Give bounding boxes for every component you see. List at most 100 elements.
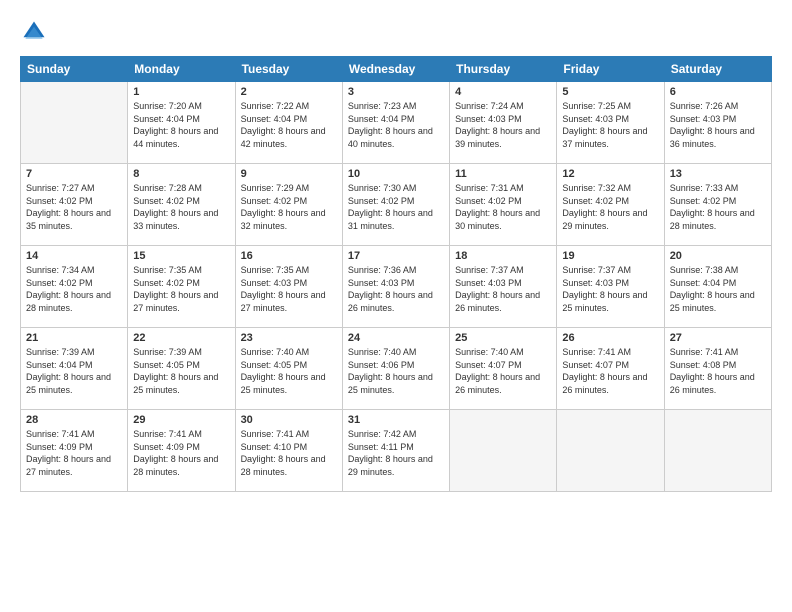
day-header-thursday: Thursday: [450, 57, 557, 82]
calendar-cell: 15Sunrise: 7:35 AMSunset: 4:02 PMDayligh…: [128, 246, 235, 328]
cell-info: Sunrise: 7:29 AMSunset: 4:02 PMDaylight:…: [241, 182, 337, 232]
cell-info: Sunrise: 7:28 AMSunset: 4:02 PMDaylight:…: [133, 182, 229, 232]
cell-info: Sunrise: 7:32 AMSunset: 4:02 PMDaylight:…: [562, 182, 658, 232]
calendar-cell: 5Sunrise: 7:25 AMSunset: 4:03 PMDaylight…: [557, 82, 664, 164]
cell-info: Sunrise: 7:34 AMSunset: 4:02 PMDaylight:…: [26, 264, 122, 314]
day-number: 27: [670, 332, 766, 344]
day-number: 26: [562, 332, 658, 344]
calendar-cell: 23Sunrise: 7:40 AMSunset: 4:05 PMDayligh…: [235, 328, 342, 410]
day-number: 19: [562, 250, 658, 262]
calendar-cell: 12 Sunrise: 7:32 AMSunset: 4:02 PMDayligh…: [557, 164, 664, 246]
cell-info: Sunrise: 7:40 AMSunset: 4:05 PMDaylight:…: [241, 346, 337, 396]
day-number: 30: [241, 414, 337, 426]
day-header-saturday: Saturday: [664, 57, 771, 82]
calendar-cell: 8 Sunrise: 7:28 AMSunset: 4:02 PMDaylight…: [128, 164, 235, 246]
logo: [20, 18, 54, 46]
calendar-cell: [450, 410, 557, 492]
week-row-4: 28 Sunrise: 7:41 AMSunset: 4:09 PMDayligh…: [21, 410, 772, 492]
cell-info: Sunrise: 7:37 AMSunset: 4:03 PMDaylight:…: [455, 264, 551, 314]
cell-info: Sunrise: 7:36 AMSunset: 4:03 PMDaylight:…: [348, 264, 444, 314]
calendar-table: SundayMondayTuesdayWednesdayThursdayFrid…: [20, 56, 772, 492]
week-row-0: 1 Sunrise: 7:20 AMSunset: 4:04 PMDaylight…: [21, 82, 772, 164]
calendar-cell: 17 Sunrise: 7:36 AMSunset: 4:03 PMDayligh…: [342, 246, 449, 328]
day-number: 29: [133, 414, 229, 426]
calendar-cell: 3 Sunrise: 7:23 AMSunset: 4:04 PMDaylight…: [342, 82, 449, 164]
day-number: 25: [455, 332, 551, 344]
day-number: 31: [348, 414, 444, 426]
calendar-cell: 30Sunrise: 7:41 AMSunset: 4:10 PMDayligh…: [235, 410, 342, 492]
day-number: 20: [670, 250, 766, 262]
calendar-cell: 11 Sunrise: 7:31 AMSunset: 4:02 PMDayligh…: [450, 164, 557, 246]
calendar-cell: [664, 410, 771, 492]
day-number: 11: [455, 168, 551, 180]
day-number: 1: [133, 86, 229, 98]
day-number: 8: [133, 168, 229, 180]
day-number: 16: [241, 250, 337, 262]
day-number: 24: [348, 332, 444, 344]
day-number: 10: [348, 168, 444, 180]
cell-info: Sunrise: 7:41 AMSunset: 4:09 PMDaylight:…: [26, 428, 122, 478]
cell-info: Sunrise: 7:41 AMSunset: 4:07 PMDaylight:…: [562, 346, 658, 396]
calendar-cell: 16 Sunrise: 7:35 AMSunset: 4:03 PMDayligh…: [235, 246, 342, 328]
cell-info: Sunrise: 7:27 AMSunset: 4:02 PMDaylight:…: [26, 182, 122, 232]
cell-info: Sunrise: 7:40 AMSunset: 4:06 PMDaylight:…: [348, 346, 444, 396]
calendar-cell: 1 Sunrise: 7:20 AMSunset: 4:04 PMDaylight…: [128, 82, 235, 164]
calendar-cell: 28 Sunrise: 7:41 AMSunset: 4:09 PMDayligh…: [21, 410, 128, 492]
cell-info: Sunrise: 7:22 AMSunset: 4:04 PMDaylight:…: [241, 100, 337, 150]
cell-info: Sunrise: 7:38 AMSunset: 4:04 PMDaylight:…: [670, 264, 766, 314]
week-row-2: 14 Sunrise: 7:34 AMSunset: 4:02 PMDayligh…: [21, 246, 772, 328]
cell-info: Sunrise: 7:31 AMSunset: 4:02 PMDaylight:…: [455, 182, 551, 232]
calendar-cell: 26 Sunrise: 7:41 AMSunset: 4:07 PMDayligh…: [557, 328, 664, 410]
day-number: 4: [455, 86, 551, 98]
day-header-sunday: Sunday: [21, 57, 128, 82]
day-number: 22: [133, 332, 229, 344]
day-number: 13: [670, 168, 766, 180]
day-number: 12: [562, 168, 658, 180]
calendar-cell: 7 Sunrise: 7:27 AMSunset: 4:02 PMDaylight…: [21, 164, 128, 246]
calendar-cell: 2Sunrise: 7:22 AMSunset: 4:04 PMDaylight…: [235, 82, 342, 164]
day-number: 18: [455, 250, 551, 262]
calendar-cell: 6 Sunrise: 7:26 AMSunset: 4:03 PMDaylight…: [664, 82, 771, 164]
day-number: 6: [670, 86, 766, 98]
day-number: 28: [26, 414, 122, 426]
day-header-wednesday: Wednesday: [342, 57, 449, 82]
cell-info: Sunrise: 7:37 AMSunset: 4:03 PMDaylight:…: [562, 264, 658, 314]
calendar-cell: 21 Sunrise: 7:39 AMSunset: 4:04 PMDayligh…: [21, 328, 128, 410]
calendar-cell: [557, 410, 664, 492]
calendar-cell: [21, 82, 128, 164]
cell-info: Sunrise: 7:39 AMSunset: 4:04 PMDaylight:…: [26, 346, 122, 396]
calendar-cell: 20 Sunrise: 7:38 AMSunset: 4:04 PMDayligh…: [664, 246, 771, 328]
calendar-cell: 10 Sunrise: 7:30 AMSunset: 4:02 PMDayligh…: [342, 164, 449, 246]
cell-info: Sunrise: 7:25 AMSunset: 4:03 PMDaylight:…: [562, 100, 658, 150]
calendar-cell: 29 Sunrise: 7:41 AMSunset: 4:09 PMDayligh…: [128, 410, 235, 492]
day-header-monday: Monday: [128, 57, 235, 82]
cell-info: Sunrise: 7:41 AMSunset: 4:09 PMDaylight:…: [133, 428, 229, 478]
cell-info: Sunrise: 7:26 AMSunset: 4:03 PMDaylight:…: [670, 100, 766, 150]
cell-info: Sunrise: 7:24 AMSunset: 4:03 PMDaylight:…: [455, 100, 551, 150]
cell-info: Sunrise: 7:40 AMSunset: 4:07 PMDaylight:…: [455, 346, 551, 396]
calendar-cell: 14 Sunrise: 7:34 AMSunset: 4:02 PMDayligh…: [21, 246, 128, 328]
day-number: 21: [26, 332, 122, 344]
cell-info: Sunrise: 7:30 AMSunset: 4:02 PMDaylight:…: [348, 182, 444, 232]
calendar-cell: 18 Sunrise: 7:37 AMSunset: 4:03 PMDayligh…: [450, 246, 557, 328]
calendar-cell: 25 Sunrise: 7:40 AMSunset: 4:07 PMDayligh…: [450, 328, 557, 410]
page-header: [20, 18, 772, 46]
day-number: 15: [133, 250, 229, 262]
cell-info: Sunrise: 7:20 AMSunset: 4:04 PMDaylight:…: [133, 100, 229, 150]
day-number: 3: [348, 86, 444, 98]
logo-icon: [20, 18, 48, 46]
calendar-cell: 27 Sunrise: 7:41 AMSunset: 4:08 PMDayligh…: [664, 328, 771, 410]
cell-info: Sunrise: 7:23 AMSunset: 4:04 PMDaylight:…: [348, 100, 444, 150]
day-header-friday: Friday: [557, 57, 664, 82]
days-header-row: SundayMondayTuesdayWednesdayThursdayFrid…: [21, 57, 772, 82]
cell-info: Sunrise: 7:42 AMSunset: 4:11 PMDaylight:…: [348, 428, 444, 478]
day-number: 17: [348, 250, 444, 262]
calendar-cell: 31 Sunrise: 7:42 AMSunset: 4:11 PMDayligh…: [342, 410, 449, 492]
cell-info: Sunrise: 7:41 AMSunset: 4:08 PMDaylight:…: [670, 346, 766, 396]
calendar-cell: 22Sunrise: 7:39 AMSunset: 4:05 PMDayligh…: [128, 328, 235, 410]
cell-info: Sunrise: 7:35 AMSunset: 4:03 PMDaylight:…: [241, 264, 337, 314]
day-number: 7: [26, 168, 122, 180]
day-number: 14: [26, 250, 122, 262]
calendar-cell: 4 Sunrise: 7:24 AMSunset: 4:03 PMDaylight…: [450, 82, 557, 164]
week-row-1: 7 Sunrise: 7:27 AMSunset: 4:02 PMDaylight…: [21, 164, 772, 246]
